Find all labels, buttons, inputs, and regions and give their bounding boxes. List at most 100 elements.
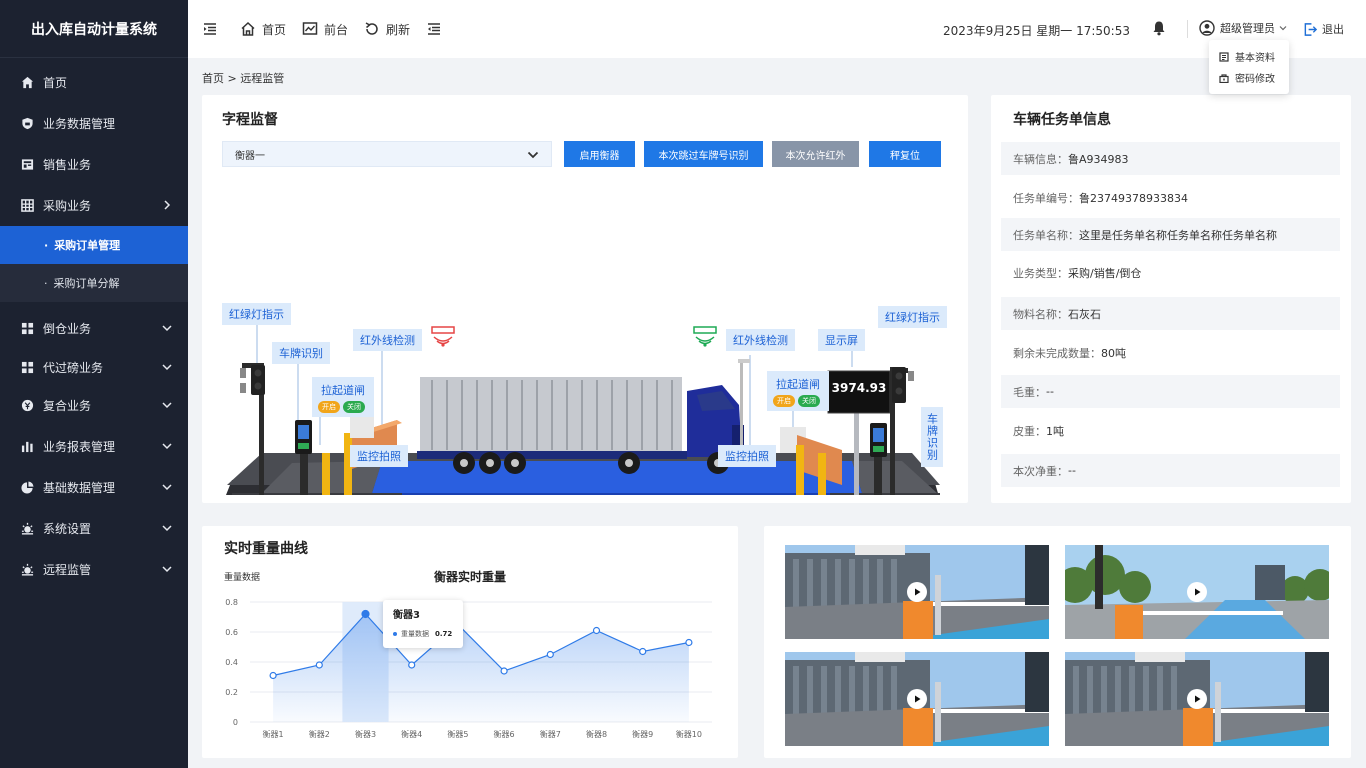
sidebar-item-remote-monitor[interactable]: 远程监管 <box>0 549 188 590</box>
topbar: 首页 前台 刷新 2023年9月25日 星期一 17:50:53 超级管理员 退… <box>188 0 1366 58</box>
gate-close-button[interactable]: 关闭 <box>343 400 365 413</box>
label-camera-left: 监控拍照 <box>350 445 408 467</box>
label-traffic-light-right: 红绿灯指示 <box>878 306 947 328</box>
scale-select[interactable]: 衡器一 <box>222 141 552 167</box>
sidebar-item-label: 销售业务 <box>43 158 92 172</box>
sidebar-subitem-purchase-order[interactable]: · 采购订单管理 <box>0 226 188 264</box>
sidebar-item-home[interactable]: 首页 <box>0 62 188 103</box>
bell-icon[interactable] <box>1151 20 1167 36</box>
tooltip-label: 重量数据 <box>401 630 429 638</box>
chart-xtick-label: 衡器6 <box>494 729 515 739</box>
info-label: 任务单名称： <box>1013 228 1079 242</box>
info-label: 任务单编号： <box>1013 191 1079 205</box>
video-feed-3[interactable] <box>785 652 1049 746</box>
tooltip-value: 0.72 <box>435 630 453 638</box>
info-label: 本次净重： <box>1013 464 1068 478</box>
chevron-down-icon <box>162 364 172 371</box>
refresh-button[interactable]: 刷新 <box>364 14 410 44</box>
profile-icon <box>1219 51 1229 62</box>
collapse-menu-button[interactable] <box>202 14 224 44</box>
coin-icon <box>20 399 34 413</box>
video-feed-1[interactable] <box>785 545 1049 639</box>
info-label: 剩余未完成数量： <box>1013 346 1101 360</box>
user-dropdown-menu: 基本资料 密码修改 <box>1209 40 1289 94</box>
chevron-right-icon <box>164 200 171 210</box>
sidebar-item-transfer[interactable]: 倒仓业务 <box>0 308 188 349</box>
menu-item-profile[interactable]: 基本资料 <box>1209 46 1289 67</box>
weight-chart: 重量数据 衡器实时重量 0 0.2 0.4 0.6 0.8 衡器1 衡器2 衡器3 衡器4 衡器5 衡器… <box>224 569 712 739</box>
enable-scale-button[interactable]: 启用衡器 <box>564 141 635 167</box>
info-row-business-type: 业务类型： 采购/销售/倒仓 <box>1001 256 1340 289</box>
sidebar-subitem-purchase-split[interactable]: · 采购订单分解 <box>0 264 188 302</box>
info-row-tare-weight: 皮重： 1吨 <box>1001 414 1340 447</box>
sidebar-item-label: 业务数据管理 <box>43 117 116 131</box>
sidebar-item-business-data[interactable]: 业务数据管理 <box>0 103 188 144</box>
infrared-green-icon <box>693 326 717 347</box>
chart-point <box>639 647 647 656</box>
chart-title: 衡器实时重量 <box>434 569 506 584</box>
sidebar-item-compound[interactable]: 复合业务 <box>0 385 188 426</box>
info-label: 毛重： <box>1013 385 1046 399</box>
monitor-icon <box>20 563 34 577</box>
apps-icon <box>20 322 34 336</box>
bullet-icon: · <box>44 276 48 290</box>
chart-xtick-label: 衡器9 <box>632 729 653 739</box>
tooltip-dot-icon <box>393 632 397 636</box>
play-icon[interactable] <box>1187 582 1207 602</box>
info-row-gross-weight: 毛重： -- <box>1001 375 1340 408</box>
info-value: 鲁A934983 <box>1068 152 1129 166</box>
label-plate-recognition-right: 车牌识别 <box>921 407 943 467</box>
sidebar-item-settings[interactable]: 系统设置 <box>0 508 188 549</box>
scale-reset-button[interactable]: 秤复位 <box>869 141 941 167</box>
store-icon <box>20 158 34 172</box>
sidebar-subitem-label: 采购订单分解 <box>53 277 120 290</box>
sidebar-item-sales[interactable]: 销售业务 <box>0 144 188 185</box>
menu-item-label: 基本资料 <box>1235 53 1275 64</box>
app-title: 出入库自动计量系统 <box>0 0 188 58</box>
info-value: 1吨 <box>1046 424 1064 438</box>
chart-tooltip: 衡器3 重量数据 0.72 <box>383 600 463 648</box>
chart-point <box>408 661 416 669</box>
home-button[interactable]: 首页 <box>240 14 286 44</box>
chart-xtick-label: 衡器10 <box>676 729 702 739</box>
chart-xtick-label: 衡器2 <box>309 729 330 739</box>
info-value: -- <box>1068 464 1076 477</box>
weighbridge-scene: 红绿灯指示 车牌识别 红外线检测 拉起道闸 开启 关闭 监控拍照 红外线检测 显… <box>202 195 968 495</box>
chevron-down-icon <box>162 402 172 409</box>
chart-ytick-label: 0 <box>233 718 238 727</box>
play-icon[interactable] <box>907 689 927 709</box>
chart-ytick-label: 0.2 <box>225 688 238 697</box>
user-name: 超级管理员 <box>1220 22 1275 35</box>
sidebar-item-base-data[interactable]: 基础数据管理 <box>0 467 188 508</box>
play-icon[interactable] <box>1187 689 1207 709</box>
menu-fold-icon <box>204 23 216 35</box>
gate-open-button[interactable]: 开启 <box>318 400 340 413</box>
front-desk-button[interactable]: 前台 <box>302 14 348 44</box>
info-row-vehicle: 车辆信息： 鲁A934983 <box>1001 142 1340 175</box>
sidebar-item-label: 远程监管 <box>43 563 92 577</box>
menu-item-change-password[interactable]: 密码修改 <box>1209 67 1289 88</box>
home-label: 首页 <box>262 22 287 37</box>
chart-xtick-label: 衡器4 <box>401 729 422 739</box>
infrared-red-icon <box>431 326 455 347</box>
sidebar: 出入库自动计量系统 首页 业务数据管理 销售业务 采购业务 · 采购订单管理 ·… <box>0 0 188 768</box>
gate-open-button[interactable]: 开启 <box>773 394 795 407</box>
info-label: 车辆信息： <box>1013 152 1068 166</box>
allow-infrared-button[interactable]: 本次允许红外 <box>772 141 859 167</box>
user-menu[interactable]: 超级管理员 <box>1199 20 1288 36</box>
video-feed-2[interactable] <box>1065 545 1329 639</box>
skip-plate-recognition-button[interactable]: 本次跳过车牌号识别 <box>644 141 763 167</box>
video-feed-4[interactable] <box>1065 652 1329 746</box>
sidebar-item-proxy-weighing[interactable]: 代过磅业务 <box>0 349 188 385</box>
sidebar-item-purchase[interactable]: 采购业务 <box>0 185 188 226</box>
chart-point <box>592 626 601 635</box>
logout-button[interactable]: 退出 <box>1303 21 1344 37</box>
play-icon[interactable] <box>907 582 927 602</box>
weight-curve-card: 实时重量曲线 重量数据 衡器实时重量 0 0.2 0.4 0.6 0.8 衡器1 衡器2 衡器3 衡… <box>202 526 738 758</box>
vehicle-info-card: 车辆任务单信息 车辆信息： 鲁A934983 任务单编号： 鲁23749378933… <box>991 95 1351 503</box>
gate-close-button[interactable]: 关闭 <box>798 394 820 407</box>
label-infrared-left: 红外线检测 <box>353 329 422 351</box>
indent-menu-button[interactable] <box>426 14 448 44</box>
sidebar-item-reports[interactable]: 业务报表管理 <box>0 426 188 467</box>
sidebar-item-label: 采购业务 <box>43 199 92 213</box>
